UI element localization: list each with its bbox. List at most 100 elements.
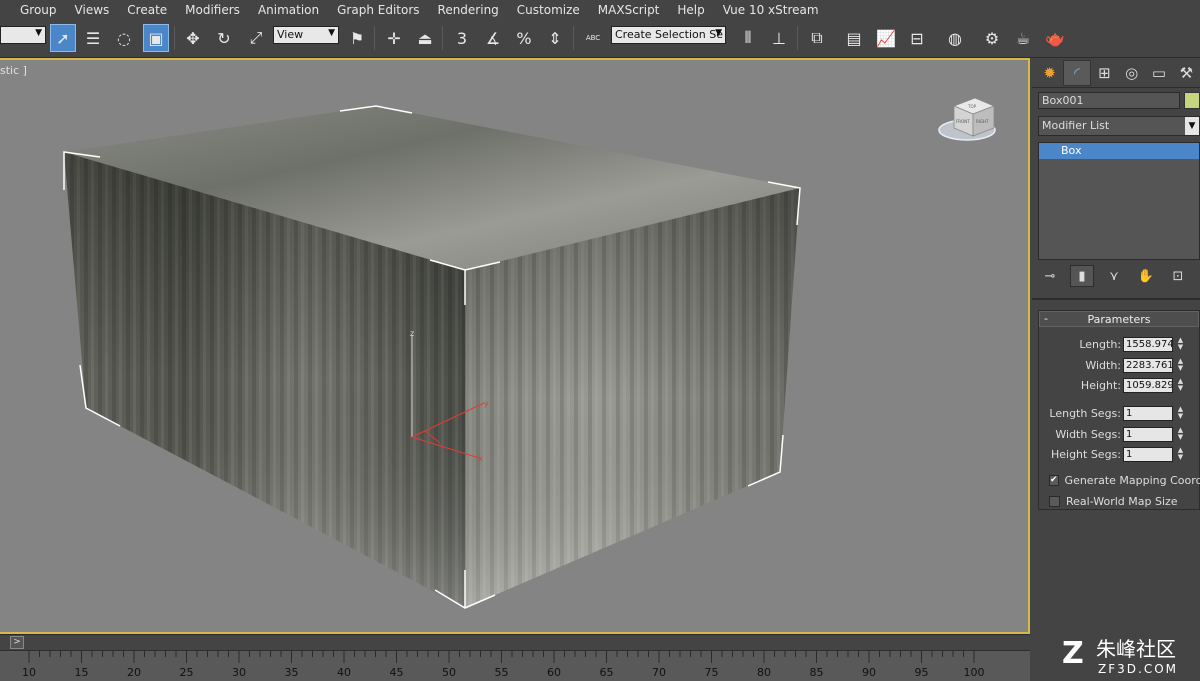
mirror-button[interactable]: ⫴ — [735, 24, 761, 52]
real-world-map-checkbox[interactable]: Real-World Map Size — [1049, 493, 1199, 509]
angle-snap-button[interactable]: ∡ — [480, 24, 506, 52]
parameters-rollout-header[interactable]: - Parameters — [1039, 311, 1199, 327]
checkbox-checked[interactable]: ✔ — [1049, 474, 1059, 486]
perspective-viewport[interactable]: z y x TOP FRONT RIGHT stic ] — [0, 58, 1030, 634]
generate-mapping-checkbox[interactable]: ✔ Generate Mapping Coords. — [1049, 472, 1200, 488]
menu-graph-editors[interactable]: Graph Editors — [337, 3, 419, 17]
object-color-swatch[interactable] — [1184, 92, 1200, 109]
ruler-tick-label: 35 — [285, 666, 299, 679]
menu-maxscript[interactable]: MAXScript — [598, 3, 660, 17]
checkbox-unchecked[interactable] — [1049, 495, 1060, 507]
menu-create[interactable]: Create — [127, 3, 167, 17]
next-frame-button[interactable]: > — [10, 636, 24, 649]
height-segs-input[interactable]: 1 — [1123, 447, 1173, 462]
width-spinner[interactable]: ▲ ▼ — [1176, 358, 1185, 373]
panel-divider — [1032, 298, 1200, 300]
frame-window-icon: ☕ — [1015, 28, 1031, 48]
length-spinner[interactable]: ▲ ▼ — [1176, 337, 1185, 352]
width-input[interactable]: 2283.761m — [1123, 358, 1173, 373]
length-input[interactable]: 1558.974m — [1123, 337, 1173, 352]
track-bar[interactable]: 10 15 20 25 30 35 40 45 50 55 60 65 70 75 80 85 90 95 100 — [0, 650, 1030, 681]
render-setup-button[interactable]: ⚙ — [979, 24, 1005, 52]
named-selection-dropdown[interactable]: Create Selection Se ▼ — [611, 26, 726, 44]
pivot-center-button[interactable]: ⚑ — [344, 24, 370, 52]
remove-modifier-button[interactable]: ✋ — [1134, 265, 1158, 287]
select-object-button[interactable]: ➚ — [50, 24, 76, 52]
manipulate-icon: ✛ — [387, 28, 401, 48]
rendered-frame-window-button[interactable]: ☕ — [1010, 24, 1036, 52]
render-production-button[interactable]: 🫖 — [1042, 24, 1068, 52]
window-crossing-button[interactable]: ▣ — [143, 24, 169, 52]
mirror-icon: ⫴ — [744, 28, 752, 47]
viewcube-top-label: TOP — [967, 104, 977, 109]
select-manipulate-button[interactable]: ✛ — [381, 24, 407, 52]
toolbar-divider — [797, 26, 798, 50]
ruler-tick-label: 60 — [547, 666, 561, 679]
graphite-tools-button[interactable]: ▤ — [841, 24, 867, 52]
keyboard-shortcut-toggle[interactable]: ⏏ — [412, 24, 438, 52]
align-icon: ⊥ — [772, 28, 786, 48]
upload-icon: ⏏ — [417, 28, 433, 48]
menu-rendering[interactable]: Rendering — [438, 3, 499, 17]
spinner-snap-button[interactable]: ⇕ — [542, 24, 568, 52]
select-scale-button[interactable]: ⤢ — [243, 24, 269, 52]
tab-create[interactable]: ✹ — [1036, 60, 1063, 86]
height-segs-label: Height Segs: — [1050, 448, 1121, 461]
stack-item-box[interactable]: Box — [1039, 143, 1199, 159]
tab-modify[interactable]: ◜ — [1063, 59, 1091, 86]
width-segs-input[interactable]: 1 — [1123, 427, 1173, 442]
edit-named-selection-button[interactable]: ABC — [580, 24, 606, 52]
object-name-field[interactable]: Box001 — [1038, 92, 1180, 109]
tab-hierarchy[interactable]: ⊞ — [1091, 60, 1118, 86]
viewport-label[interactable]: stic ] — [0, 64, 27, 77]
menu-help[interactable]: Help — [677, 3, 704, 17]
selection-filter-dropdown[interactable]: ▼ — [0, 26, 46, 44]
main-toolbar: ▼ ➚ ☰ ◌ ▣ ✥ ↻ ⤢ View ▼ ⚑ ✛ ⏏ 3 ∡ % ⇕ ABC … — [0, 20, 1200, 58]
layer-manager-button[interactable]: ⧉ — [804, 24, 830, 52]
cursor-arrow-icon: ➚ — [56, 28, 70, 48]
angle-magnet-icon: ∡ — [485, 28, 501, 48]
pin-icon: ⊸ — [1044, 268, 1056, 284]
viewcube-front-label: FRONT — [956, 119, 970, 124]
tab-utilities[interactable]: ⚒ — [1173, 60, 1200, 86]
length-segs-input[interactable]: 1 — [1123, 406, 1173, 421]
show-end-result-button[interactable]: ▮ — [1070, 265, 1094, 287]
select-rotate-button[interactable]: ↻ — [211, 24, 237, 52]
time-slider[interactable]: > — [0, 634, 1030, 650]
tab-motion[interactable]: ◎ — [1118, 60, 1145, 86]
length-segs-spinner[interactable]: ▲ ▼ — [1176, 406, 1185, 421]
menu-customize[interactable]: Customize — [517, 3, 580, 17]
align-button[interactable]: ⊥ — [766, 24, 792, 52]
hierarchy-icon: ⊞ — [1098, 63, 1111, 82]
width-segs-spinner[interactable]: ▲ ▼ — [1176, 427, 1185, 442]
height-row: Height: 1059.829m ▲▼ — [1039, 378, 1200, 394]
menu-views[interactable]: Views — [75, 3, 110, 17]
curve-editor-button[interactable]: 📈 — [873, 24, 899, 52]
height-spinner[interactable]: ▲ ▼ — [1176, 378, 1185, 393]
select-move-button[interactable]: ✥ — [180, 24, 206, 52]
width-label: Width: — [1085, 359, 1121, 372]
configure-sets-button[interactable]: ⊡ — [1166, 265, 1190, 287]
ruler-tick-label: 70 — [652, 666, 666, 679]
modifier-list-dropdown[interactable]: Modifier List ▼ — [1038, 116, 1200, 136]
height-input[interactable]: 1059.829m — [1123, 378, 1173, 393]
menu-vue-xstream[interactable]: Vue 10 xStream — [723, 3, 819, 17]
menu-group[interactable]: Group — [20, 3, 57, 17]
height-segs-spinner[interactable]: ▲ ▼ — [1176, 447, 1185, 462]
percent-snap-button[interactable]: % — [511, 24, 537, 52]
menu-modifiers[interactable]: Modifiers — [185, 3, 240, 17]
reference-coord-dropdown[interactable]: View ▼ — [273, 26, 339, 44]
tab-display[interactable]: ▭ — [1145, 60, 1172, 86]
snaps-toggle-button[interactable]: 3 — [449, 24, 475, 52]
pin-stack-button[interactable]: ⊸ — [1038, 265, 1062, 287]
material-editor-button[interactable]: ◍ — [942, 24, 968, 52]
modifier-stack[interactable]: Box — [1038, 142, 1200, 260]
menu-animation[interactable]: Animation — [258, 3, 319, 17]
select-by-name-button[interactable]: ☰ — [80, 24, 106, 52]
selection-region-button[interactable]: ◌ — [111, 24, 137, 52]
teapot-icon: 🫖 — [1045, 28, 1065, 48]
schematic-view-button[interactable]: ⊟ — [904, 24, 930, 52]
chevron-down-icon: ▼ — [715, 28, 722, 38]
chevron-down-icon: ▼ — [328, 28, 335, 38]
make-unique-button[interactable]: ⋎ — [1102, 265, 1126, 287]
